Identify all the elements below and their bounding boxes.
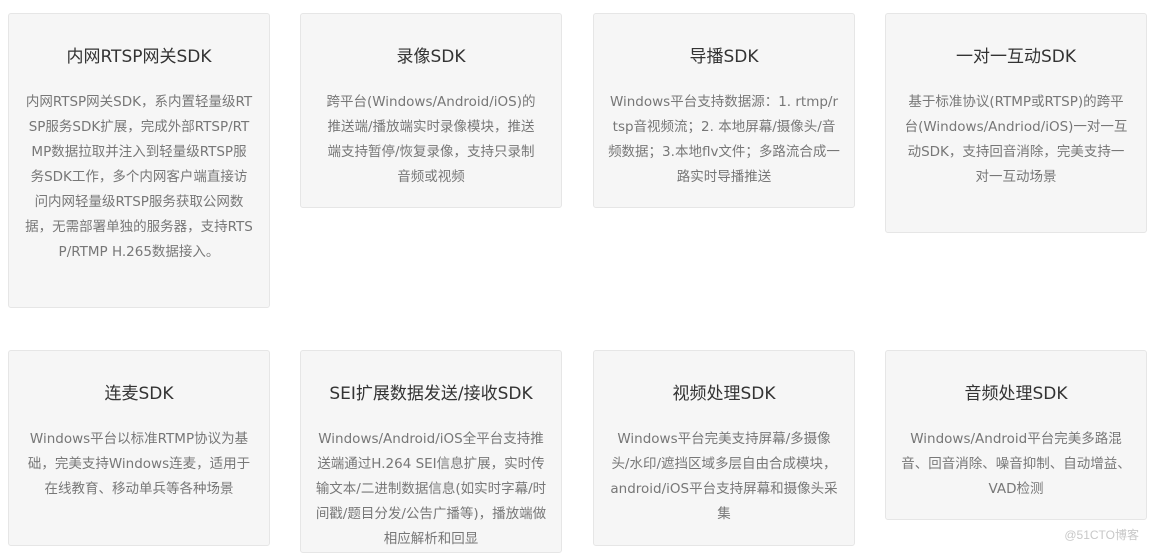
card-rtsp-gateway-sdk[interactable]: 内网RTSP网关SDK 内网RTSP网关SDK，系内置轻量级RTSP服务SDK扩…	[8, 13, 270, 308]
card-one-to-one-sdk[interactable]: 一对一互动SDK 基于标准协议(RTMP或RTSP)的跨平台(Windows/A…	[885, 13, 1147, 233]
card-title: 一对一互动SDK	[955, 47, 1077, 67]
card-audio-processing-sdk[interactable]: 音频处理SDK Windows/Android平台完美多路混音、回音消除、噪音抑…	[885, 350, 1147, 520]
card-title: 内网RTSP网关SDK	[66, 47, 212, 67]
card-title: 连麦SDK	[104, 384, 174, 404]
card-title: SEI扩展数据发送/接收SDK	[329, 384, 533, 404]
card-description: Windows/Android平台完美多路混音、回音消除、噪音抑制、自动增益、V…	[901, 431, 1131, 497]
card-description: Windows/Android/iOS全平台支持推送端通过H.264 SEI信息…	[315, 431, 547, 547]
card-description: 基于标准协议(RTMP或RTSP)的跨平台(Windows/Andriod/iO…	[904, 94, 1128, 185]
card-description: Windows平台支持数据源：1. rtmp/rtsp音视频流；2. 本地屏幕/…	[608, 94, 840, 185]
card-director-sdk[interactable]: 导播SDK Windows平台支持数据源：1. rtmp/rtsp音视频流；2.…	[593, 13, 855, 208]
card-description: 内网RTSP网关SDK，系内置轻量级RTSP服务SDK扩展，完成外部RTSP/R…	[25, 94, 253, 260]
card-title: 导播SDK	[689, 47, 759, 67]
card-description: Windows平台以标准RTMP协议为基础，完美支持Windows连麦，适用于在…	[27, 431, 251, 497]
card-title: 视频处理SDK	[672, 384, 776, 404]
card-description: Windows平台完美支持屏幕/多摄像头/水印/遮挡区域多层自由合成模块，and…	[610, 431, 838, 522]
sdk-feature-grid: 内网RTSP网关SDK 内网RTSP网关SDK，系内置轻量级RTSP服务SDK扩…	[0, 0, 1151, 553]
card-title: 音频处理SDK	[964, 384, 1068, 404]
card-sei-extension-sdk[interactable]: SEI扩展数据发送/接收SDK Windows/Android/iOS全平台支持…	[300, 350, 562, 553]
card-co-hosting-sdk[interactable]: 连麦SDK Windows平台以标准RTMP协议为基础，完美支持Windows连…	[8, 350, 270, 546]
card-title: 录像SDK	[396, 47, 466, 67]
card-video-processing-sdk[interactable]: 视频处理SDK Windows平台完美支持屏幕/多摄像头/水印/遮挡区域多层自由…	[593, 350, 855, 546]
card-recording-sdk[interactable]: 录像SDK 跨平台(Windows/Android/iOS)的推送端/播放端实时…	[300, 13, 562, 208]
card-description: 跨平台(Windows/Android/iOS)的推送端/播放端实时录像模块，推…	[326, 94, 536, 185]
watermark: @51CTO博客	[1064, 528, 1139, 542]
